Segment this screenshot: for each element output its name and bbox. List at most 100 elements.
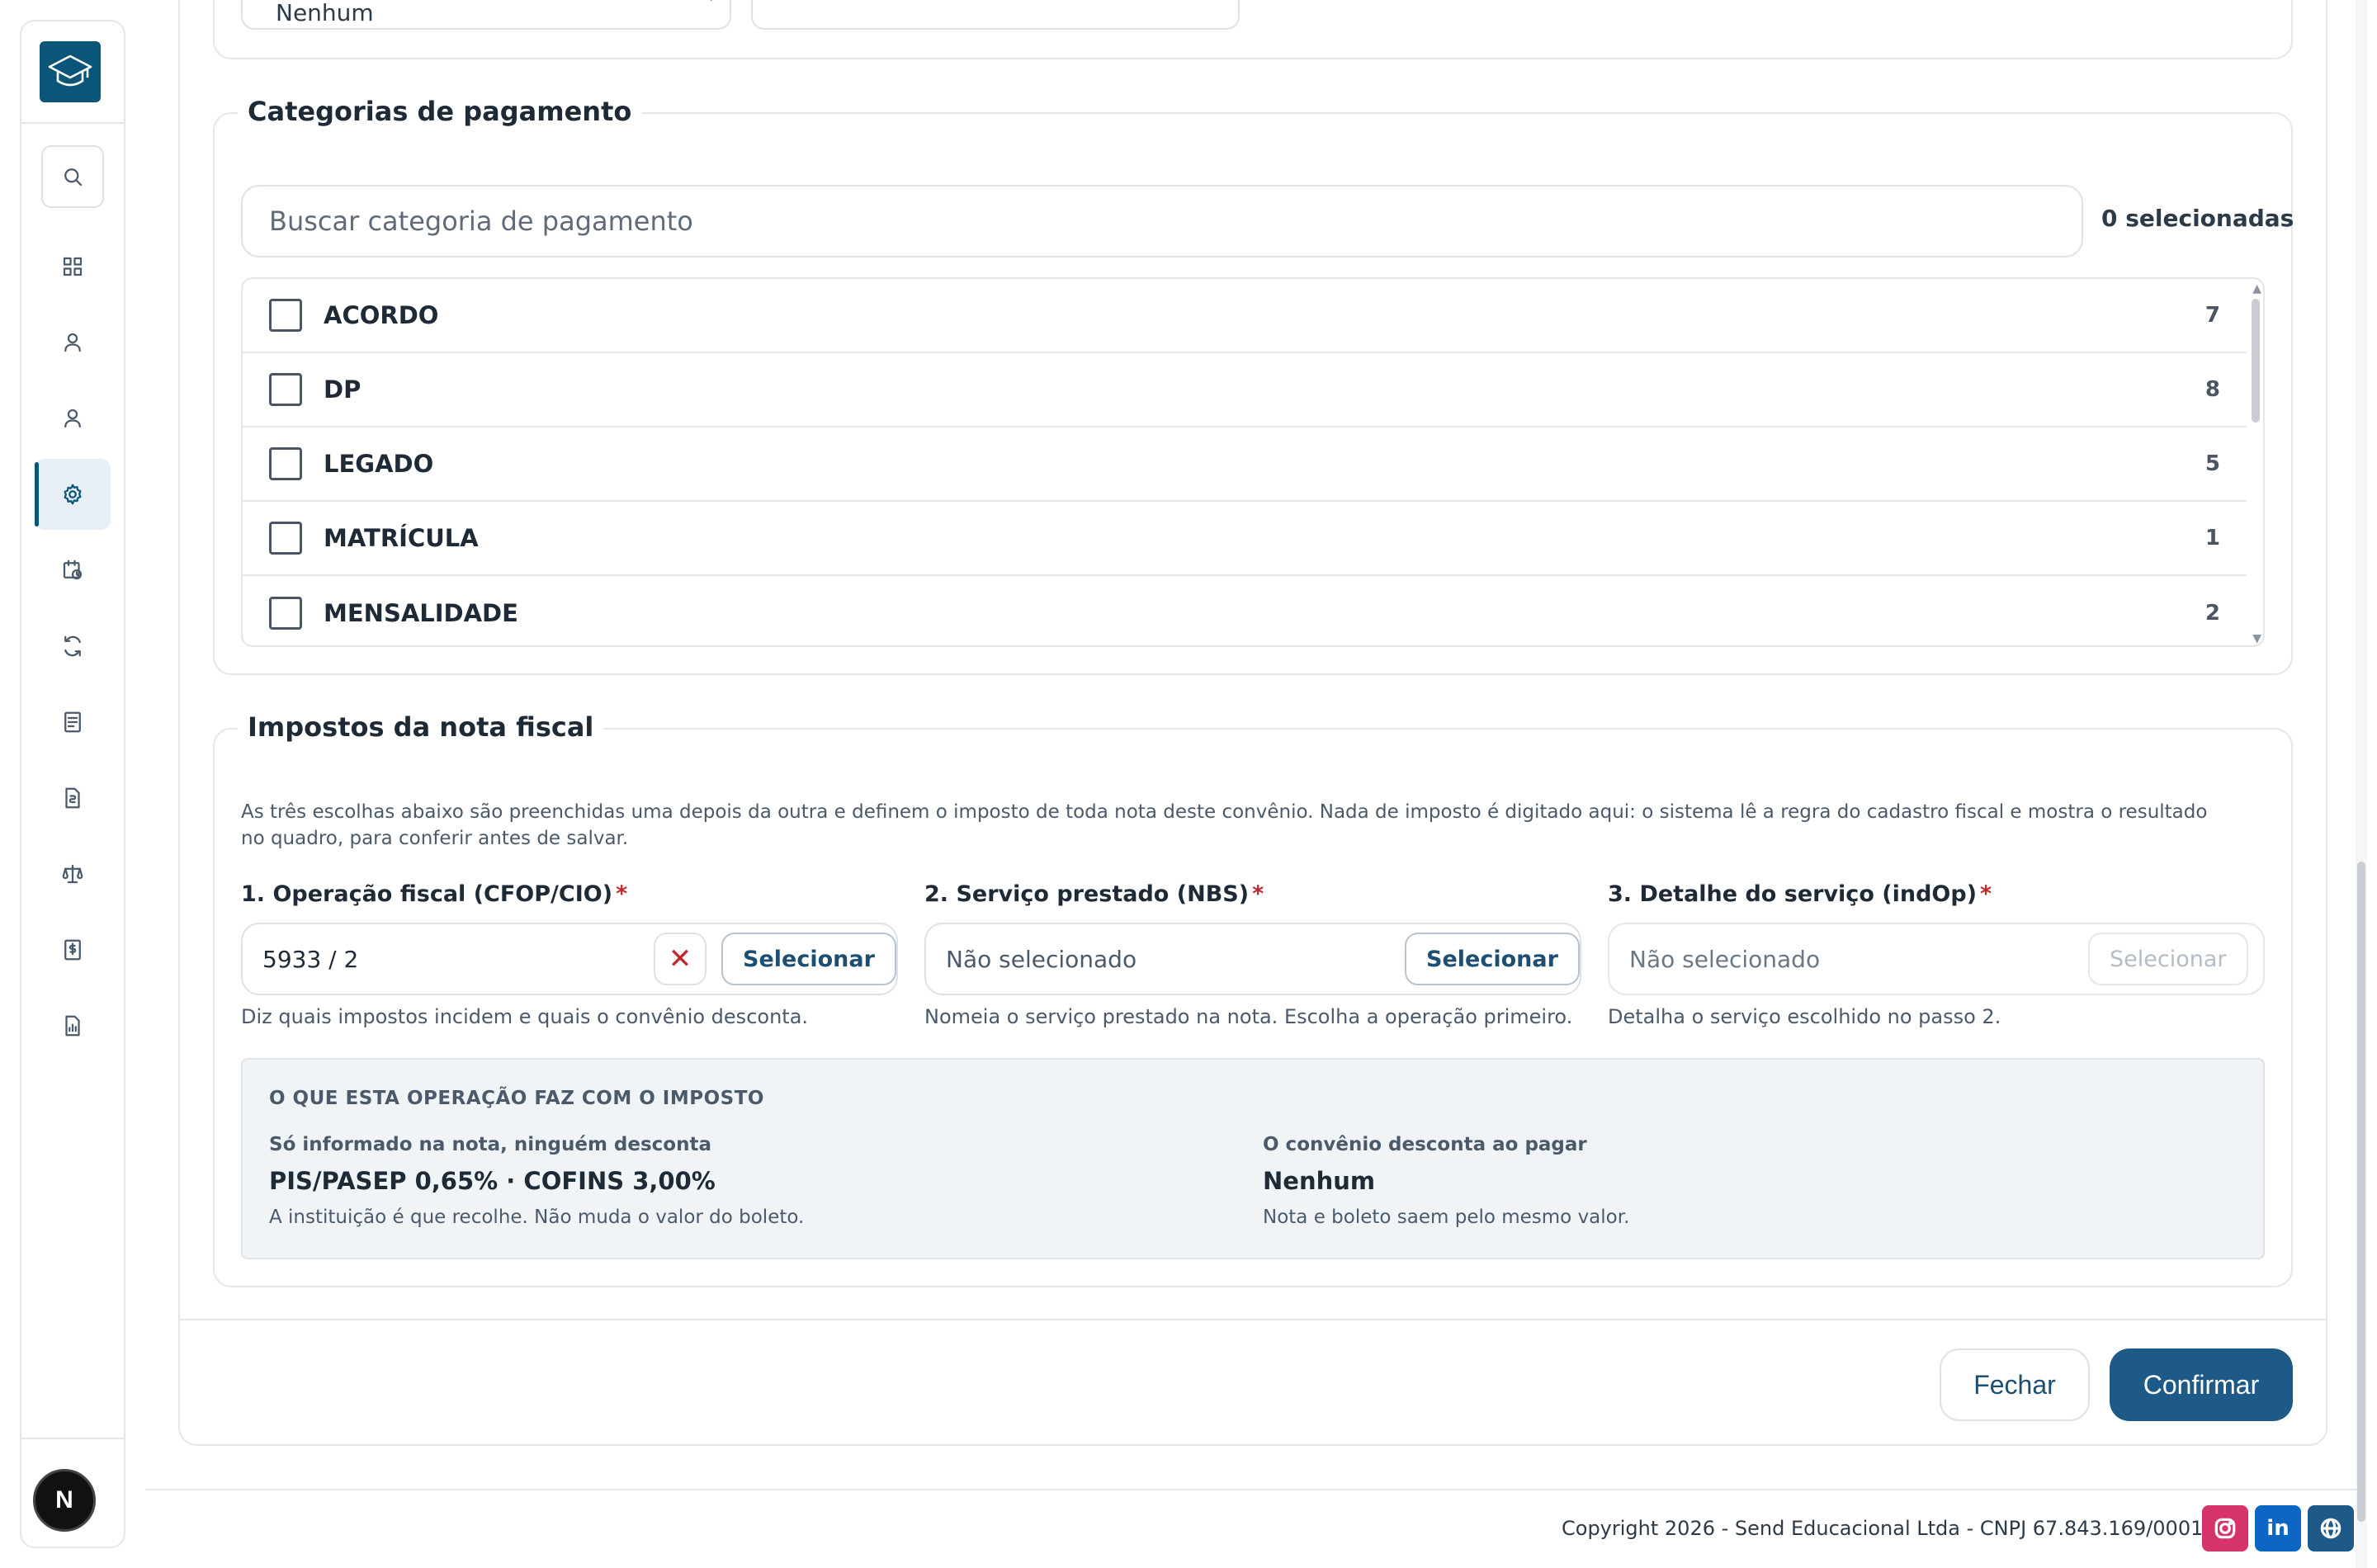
chevron-down-icon: ⌄ bbox=[704, 0, 718, 5]
checkbox[interactable] bbox=[269, 597, 302, 630]
checkbox[interactable] bbox=[269, 299, 302, 332]
linkedin-icon: in bbox=[2266, 1516, 2290, 1541]
website-link[interactable] bbox=[2308, 1505, 2354, 1551]
taxes-description: As três escolhas abaixo são preenchidas … bbox=[241, 801, 2208, 849]
user-icon bbox=[64, 333, 81, 352]
scroll-down-icon[interactable]: ▼ bbox=[2252, 632, 2261, 645]
payment-categories-title: Categorias de pagamento bbox=[238, 96, 642, 127]
tax-info-left-value: PIS/PASEP 0,65% · COFINS 3,00% bbox=[269, 1167, 716, 1195]
list-item[interactable]: ACORDO 7 bbox=[243, 279, 2247, 353]
required-mark: * bbox=[1980, 881, 1992, 907]
category-label: DP bbox=[324, 375, 362, 404]
close-button[interactable]: Fechar bbox=[1940, 1348, 2090, 1421]
sidebar-item-reports[interactable] bbox=[35, 990, 111, 1061]
select-service-button[interactable]: Selecionar bbox=[1405, 933, 1580, 985]
service-detail-hint: Detalha o serviço escolhido no passo 2. bbox=[1608, 1005, 2001, 1028]
sidebar-item-users[interactable] bbox=[35, 307, 111, 378]
taxes-title: Impostos da nota fiscal bbox=[238, 711, 604, 743]
required-mark: * bbox=[1252, 881, 1264, 907]
gear-icon bbox=[64, 484, 82, 505]
sidebar-item-schedule[interactable] bbox=[35, 535, 111, 606]
copyright-text: Copyright 2026 - Send Educacional Ltda -… bbox=[1562, 1517, 2236, 1540]
category-label: MENSALIDADE bbox=[324, 599, 518, 627]
sidebar-divider bbox=[21, 1438, 124, 1439]
sidebar-item-legal[interactable] bbox=[35, 838, 111, 909]
checkbox[interactable] bbox=[269, 373, 302, 406]
category-search-placeholder: Buscar categoria de pagamento bbox=[269, 205, 693, 237]
tax-info-left-note: A instituição é que recolhe. Não muda o … bbox=[269, 1207, 805, 1228]
page-scrollbar-thumb[interactable] bbox=[2357, 862, 2365, 1522]
previous-select-value: Nenhum bbox=[276, 0, 374, 26]
category-count: 2 bbox=[2205, 601, 2220, 626]
service-nbs-label-text: 2. Serviço prestado (NBS) bbox=[924, 881, 1250, 907]
list-item[interactable]: MATRÍCULA 1 bbox=[243, 502, 2247, 576]
service-detail-value: Não selecionado bbox=[1629, 945, 1821, 973]
category-count: 5 bbox=[2205, 451, 2220, 476]
sidebar-item-documents[interactable] bbox=[35, 687, 111, 758]
sidebar-item-sync[interactable] bbox=[35, 611, 111, 682]
fiscal-operation-label: 1. Operação fiscal (CFOP/CIO) * bbox=[241, 881, 627, 907]
tax-info-right-subtitle: O convênio desconta ao pagar bbox=[1263, 1134, 1587, 1155]
sidebar-item-dashboard[interactable] bbox=[35, 231, 111, 302]
category-count: 7 bbox=[2205, 303, 2220, 328]
category-search-input[interactable]: Buscar categoria de pagamento bbox=[241, 185, 2083, 257]
service-nbs-field[interactable]: Não selecionado Selecionar bbox=[924, 923, 1581, 995]
avatar[interactable]: N bbox=[33, 1469, 96, 1532]
service-nbs-value: Não selecionado bbox=[946, 945, 1137, 973]
list-item[interactable]: DP 8 bbox=[243, 353, 2247, 427]
sidebar-item-settings[interactable] bbox=[35, 459, 111, 530]
user-icon bbox=[64, 409, 81, 428]
sidebar-item-billing[interactable] bbox=[35, 914, 111, 985]
sidebar-item-search[interactable] bbox=[41, 145, 104, 208]
category-label: MATRÍCULA bbox=[324, 524, 479, 552]
list-item[interactable]: MENSALIDADE 2 bbox=[243, 576, 2247, 645]
modal-footer-divider bbox=[180, 1319, 2326, 1320]
dashboard-icon bbox=[63, 257, 83, 276]
calendar-clock-icon bbox=[63, 560, 83, 580]
category-count: 8 bbox=[2205, 377, 2220, 402]
select-service-detail-button[interactable]: Selecionar bbox=[2088, 933, 2248, 985]
instagram-icon bbox=[2214, 1518, 2236, 1539]
fiscal-operation-hint: Diz quais impostos incidem e quais o con… bbox=[241, 1005, 809, 1028]
selected-count: 0 selecionadas bbox=[2101, 205, 2294, 232]
sidebar-item-invoices[interactable] bbox=[35, 763, 111, 834]
search-icon bbox=[64, 168, 83, 187]
money-document-icon bbox=[64, 939, 81, 961]
linkedin-link[interactable]: in bbox=[2255, 1505, 2301, 1551]
fiscal-operation-field[interactable]: 5933 / 2 ✕ Selecionar bbox=[241, 923, 898, 995]
graduation-cap-icon bbox=[48, 54, 92, 87]
tax-info-title: O QUE ESTA OPERAÇÃO FAZ COM O IMPOSTO bbox=[269, 1088, 764, 1109]
fiscal-operation-value: 5933 / 2 bbox=[262, 945, 359, 973]
report-icon bbox=[65, 1015, 80, 1037]
confirm-button[interactable]: Confirmar bbox=[2110, 1348, 2293, 1421]
sidebar: N bbox=[20, 20, 125, 1548]
sidebar-item-people[interactable] bbox=[35, 383, 111, 454]
service-detail-field[interactable]: Não selecionado Selecionar bbox=[1608, 923, 2265, 995]
list-scrollbar[interactable] bbox=[2252, 299, 2260, 423]
scale-icon bbox=[62, 864, 83, 884]
close-icon: ✕ bbox=[668, 942, 692, 975]
tax-info-right-value: Nenhum bbox=[1263, 1167, 1376, 1195]
list-item[interactable]: LEGADO 5 bbox=[243, 427, 2247, 502]
tax-info-left-subtitle: Só informado na nota, ninguém desconta bbox=[269, 1134, 711, 1155]
scroll-up-icon[interactable]: ▲ bbox=[2252, 282, 2261, 295]
category-count: 1 bbox=[2205, 526, 2220, 550]
logo[interactable] bbox=[40, 41, 101, 102]
globe-icon bbox=[2320, 1518, 2342, 1539]
page-footer-divider bbox=[145, 1489, 2357, 1490]
previous-select[interactable]: Nenhum ⌄ bbox=[241, 0, 731, 30]
tax-info-right-note: Nota e boleto saem pelo mesmo valor. bbox=[1263, 1207, 1630, 1228]
checkbox[interactable] bbox=[269, 447, 302, 480]
service-detail-label-text: 3. Detalhe do serviço (indOp) bbox=[1608, 881, 1978, 907]
category-list[interactable]: ACORDO 7 DP 8 LEGADO 5 MATRÍCULA 1 MENSA… bbox=[241, 277, 2265, 647]
checkbox[interactable] bbox=[269, 522, 302, 555]
document-icon bbox=[64, 711, 81, 733]
refresh-icon bbox=[64, 635, 81, 657]
select-fiscal-operation-button[interactable]: Selecionar bbox=[721, 933, 896, 985]
instagram-link[interactable] bbox=[2202, 1505, 2248, 1551]
clear-button[interactable]: ✕ bbox=[654, 933, 706, 985]
tax-info-panel: O QUE ESTA OPERAÇÃO FAZ COM O IMPOSTO Só… bbox=[241, 1058, 2265, 1259]
service-nbs-hint: Nomeia o serviço prestado na nota. Escol… bbox=[924, 1005, 1573, 1028]
previous-input[interactable] bbox=[751, 0, 1240, 30]
category-label: ACORDO bbox=[324, 301, 439, 329]
